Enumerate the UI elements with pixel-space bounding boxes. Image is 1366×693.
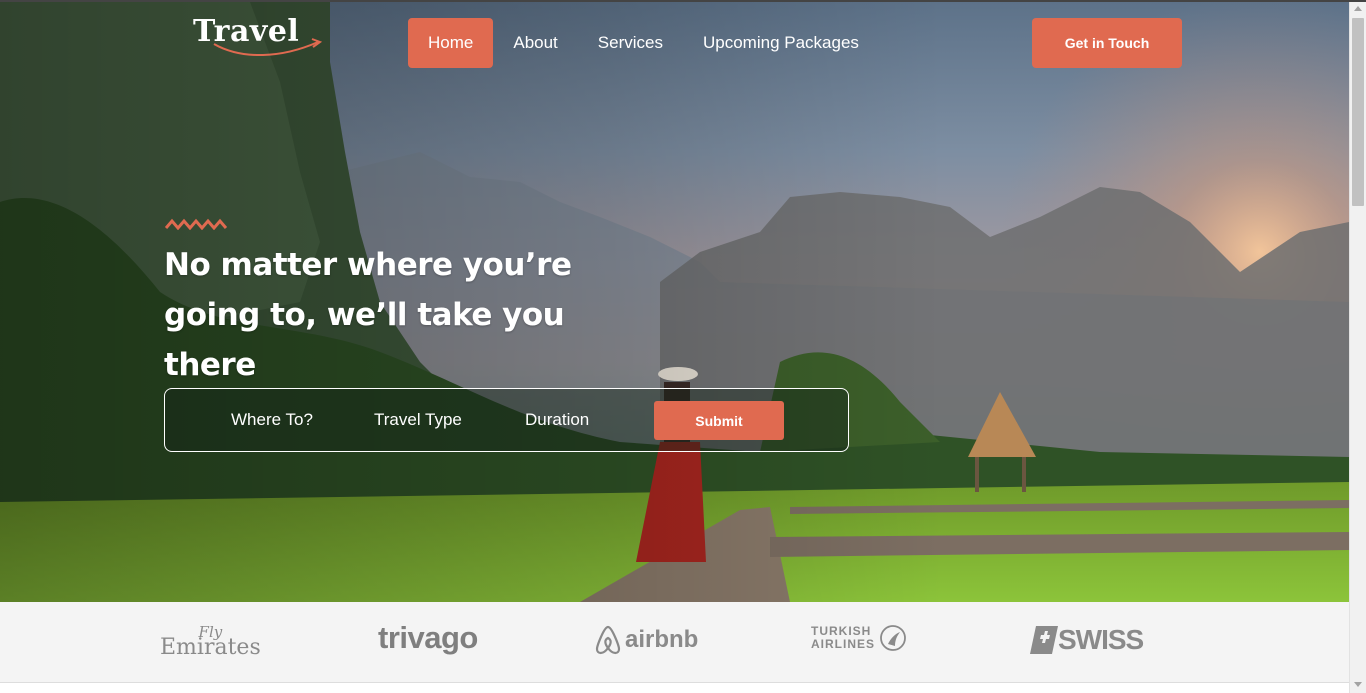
turkish-logo-line2: AIRLINES <box>811 637 876 651</box>
travel-type-field[interactable]: Travel Type <box>374 410 462 430</box>
airbnb-logo-text: airbnb <box>625 626 699 653</box>
scroll-up-arrow-icon[interactable] <box>1354 6 1362 11</box>
swiss-logo-text: SWISS <box>1058 624 1144 655</box>
emirates-logo: Fly Emirates <box>160 622 261 660</box>
hero-section: Travel Home About Services Upcoming Pack… <box>0 2 1349 602</box>
swiss-logo: SWISS <box>1030 624 1144 656</box>
swiss-flag-icon <box>1030 626 1058 654</box>
logo-swoosh-icon <box>213 38 323 57</box>
turkish-airlines-bird-icon <box>880 625 906 651</box>
turkish-airlines-logo: TURKISH AIRLINES <box>811 624 907 652</box>
airbnb-logo: airbnb <box>594 624 698 656</box>
window-top-border <box>0 0 1366 2</box>
trip-search-bar: Where To? Travel Type Duration Submit <box>164 388 849 452</box>
emirates-logo-line2: Emirates <box>160 635 261 660</box>
scrollbar-thumb[interactable] <box>1352 18 1364 206</box>
main-nav: Home About Services Upcoming Packages <box>408 18 879 68</box>
get-in-touch-button[interactable]: Get in Touch <box>1032 18 1182 68</box>
nav-upcoming-packages[interactable]: Upcoming Packages <box>683 18 879 68</box>
hero-headline: No matter where you’re going to, we’ll t… <box>164 247 572 383</box>
where-to-field[interactable]: Where To? <box>231 410 313 430</box>
submit-button[interactable]: Submit <box>654 401 784 440</box>
trivago-logo: trivago <box>378 620 478 655</box>
nav-services[interactable]: Services <box>578 18 683 68</box>
partner-logos: Fly Emirates trivago airbnb TURKISH AIRL… <box>0 602 1349 682</box>
page-bottom-strip <box>0 682 1349 693</box>
nav-home[interactable]: Home <box>408 18 494 68</box>
zigzag-accent-icon <box>165 218 227 230</box>
nav-about[interactable]: About <box>493 18 577 68</box>
duration-field[interactable]: Duration <box>525 410 589 430</box>
scroll-down-arrow-icon[interactable] <box>1354 682 1362 687</box>
airbnb-icon <box>595 625 621 655</box>
page: Travel Home About Services Upcoming Pack… <box>0 0 1366 693</box>
vertical-scrollbar[interactable] <box>1349 2 1366 693</box>
